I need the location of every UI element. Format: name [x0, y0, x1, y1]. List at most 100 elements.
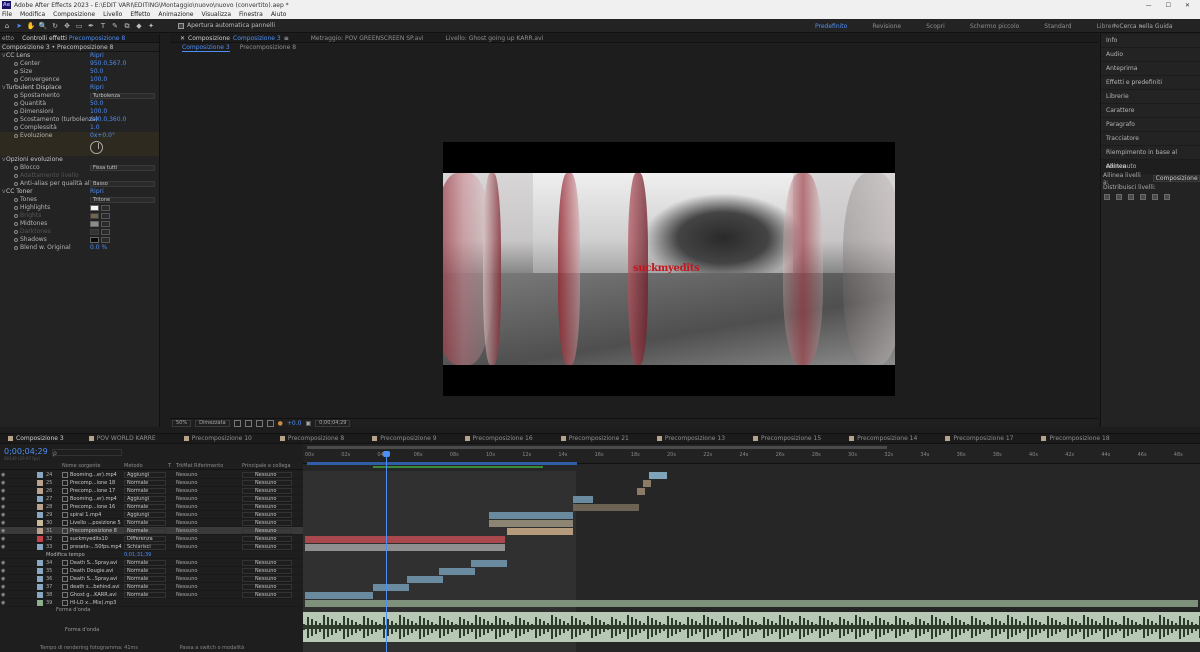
color-swatch[interactable]: [90, 237, 99, 243]
stopwatch-icon[interactable]: [14, 222, 18, 226]
track-matte-select[interactable]: Nessuno: [176, 487, 197, 495]
track-matte-select[interactable]: Nessuno: [176, 471, 197, 479]
effect-param-row[interactable]: Center 950.0,567.0: [0, 60, 159, 68]
align-right-icon[interactable]: [1128, 193, 1134, 200]
layer-name[interactable]: Death S...Spray.avi: [70, 575, 117, 583]
layer-duration-bar[interactable]: [573, 496, 593, 503]
layer-duration-bar[interactable]: [507, 528, 573, 535]
workspace-schermo-piccolo[interactable]: Schermo piccolo: [970, 23, 1019, 30]
guides-icon[interactable]: [255, 419, 263, 427]
timeline-tab[interactable]: POV WORLD KARRE: [88, 435, 156, 442]
time-ruler[interactable]: 00s 02s 04s 06s 08s 10s 12s 14s 16s 18s 20s 22s 24s 2…: [303, 444, 1200, 468]
param-value[interactable]: 0.0 %: [90, 244, 107, 252]
visibility-eye-icon[interactable]: ◉: [1, 495, 5, 503]
brush-tool-icon[interactable]: ✎: [110, 21, 120, 31]
blend-mode-select[interactable]: Normale: [124, 504, 166, 510]
blend-mode-select[interactable]: Normale: [124, 488, 166, 494]
effect-param-row[interactable]: Shadows: [0, 236, 159, 244]
label-color-swatch[interactable]: [37, 472, 43, 478]
label-color-swatch[interactable]: [37, 496, 43, 502]
layer-row[interactable]: ◉ 30 Livello ...posizione 5 Normale Ness…: [0, 519, 303, 527]
panel-tracciatore[interactable]: Tracciatore: [1101, 132, 1200, 146]
layer-name[interactable]: Booming...er).mp4: [70, 471, 117, 479]
col-parent[interactable]: Principale e collega: [242, 463, 291, 469]
color-swatch[interactable]: [90, 229, 99, 235]
layer-row[interactable]: ◉ 25 Precomp...ione 18 Normale Nessuno N…: [0, 479, 303, 487]
layer-row[interactable]: ◉ 38 Ghost g...KARR.avi Normale Nessuno …: [0, 591, 303, 599]
panel-librerie[interactable]: Librerie: [1101, 90, 1200, 104]
align-to-select[interactable]: Composizione: [1152, 175, 1200, 182]
layer-row[interactable]: ◉ 27 Booming...er).mp4 Aggiungi Nessuno …: [0, 495, 303, 503]
panel-info[interactable]: Info: [1101, 34, 1200, 48]
timeline-tab[interactable]: Precomposizione 10: [183, 435, 252, 442]
effect-reset-link[interactable]: Ripri: [90, 52, 104, 60]
home-tool-icon[interactable]: ⌂: [2, 21, 12, 31]
align-bottom-icon[interactable]: [1164, 193, 1170, 200]
effect-row[interactable]: v CC Lens Ripri: [0, 52, 159, 60]
workspace-scopri[interactable]: Scopri: [926, 23, 945, 30]
stopwatch-icon[interactable]: [14, 230, 18, 234]
menu-visualizza[interactable]: Visualizza: [201, 11, 231, 18]
zoom-select[interactable]: 50%: [172, 419, 192, 427]
visibility-eye-icon[interactable]: ◉: [1, 503, 5, 511]
crumb-precomposizione-8[interactable]: Precomposizione 8: [240, 44, 296, 51]
parent-select[interactable]: Nessuno: [242, 480, 292, 486]
layer-row[interactable]: ◉ 34 Death S...Spray.avi Normale Nessuno…: [0, 559, 303, 567]
label-color-swatch[interactable]: [37, 512, 43, 518]
stopwatch-icon[interactable]: [14, 166, 18, 170]
visibility-eye-icon[interactable]: ◉: [1, 479, 5, 487]
layer-row[interactable]: ◉ 29 spiral 1.mp4 Aggiungi Nessuno Nessu…: [0, 511, 303, 519]
label-color-swatch[interactable]: [37, 504, 43, 510]
menu-effetto[interactable]: Effetto: [130, 11, 150, 18]
help-search[interactable]: ⌕ Cerca nella Guida: [1113, 22, 1197, 30]
col-reference[interactable]: Riferimento: [194, 463, 223, 469]
stopwatch-icon[interactable]: [14, 198, 18, 202]
eyedropper-icon[interactable]: [101, 205, 110, 211]
visibility-eye-icon[interactable]: ◉: [1, 599, 5, 607]
timeline-timecode[interactable]: 0;00;04;29: [4, 447, 48, 456]
layer-row[interactable]: ◉ 32 suckmyedits10 Differenza Nessuno Ne…: [0, 535, 303, 543]
parent-select[interactable]: Nessuno: [242, 520, 292, 526]
label-color-swatch[interactable]: [37, 480, 43, 486]
color-channels-icon[interactable]: ●: [278, 420, 283, 427]
track-matte-select[interactable]: Nessuno: [176, 583, 197, 591]
blend-mode-select[interactable]: Differenza: [124, 536, 166, 542]
parent-select[interactable]: Nessuno: [242, 568, 292, 574]
param-value[interactable]: 50.0: [90, 100, 103, 108]
visibility-eye-icon[interactable]: ◉: [1, 487, 5, 495]
effect-param-row[interactable]: Tones Tritone: [0, 196, 159, 204]
label-color-swatch[interactable]: [37, 568, 43, 574]
track-matte-select[interactable]: Nessuno: [176, 479, 197, 487]
eyedropper-icon[interactable]: [101, 213, 110, 219]
timeline-tab[interactable]: Precomposizione 16: [464, 435, 533, 442]
effect-param-row[interactable]: Spostamento Turbolenza: [0, 92, 159, 100]
label-color-swatch[interactable]: [37, 560, 43, 566]
tab-layer[interactable]: Livello: Ghost going up KARR.avi: [446, 35, 544, 42]
stopwatch-icon[interactable]: [14, 134, 18, 138]
col-t[interactable]: T: [168, 463, 171, 469]
parent-select[interactable]: Nessuno: [242, 528, 292, 534]
effect-reset-link[interactable]: Ripri: [90, 84, 104, 92]
selection-tool-icon[interactable]: ➤: [14, 21, 24, 31]
menu-finestra[interactable]: Finestra: [239, 11, 263, 18]
parent-select[interactable]: Nessuno: [242, 576, 292, 582]
param-dropdown[interactable]: Basso: [90, 181, 155, 187]
menu-composizione[interactable]: Composizione: [53, 11, 95, 18]
eraser-tool-icon[interactable]: ◆: [134, 21, 144, 31]
col-source-name[interactable]: Nome sorgente: [62, 463, 100, 469]
layer-name[interactable]: Death Dougie.avi: [70, 567, 113, 575]
layer-name[interactable]: HI-LO x...Mix).mp3: [70, 599, 116, 607]
layer-duration-bar[interactable]: [439, 568, 475, 575]
effect-param-row[interactable]: Blend w. Original 0.0 %: [0, 244, 159, 252]
stopwatch-icon[interactable]: [14, 62, 18, 66]
effect-param-row[interactable]: Convergence 100.0: [0, 76, 159, 84]
visibility-eye-icon[interactable]: ◉: [1, 543, 5, 551]
layer-name[interactable]: suckmyedits10: [70, 535, 108, 543]
menu-file[interactable]: File: [2, 11, 12, 18]
visibility-eye-icon[interactable]: ◉: [1, 575, 5, 583]
param-dropdown[interactable]: Tritone: [90, 197, 155, 203]
blend-mode-select[interactable]: Normale: [124, 576, 166, 582]
layer-duration-bar[interactable]: [649, 472, 667, 479]
blend-mode-select[interactable]: Normale: [124, 528, 166, 534]
label-color-swatch[interactable]: [37, 544, 43, 550]
